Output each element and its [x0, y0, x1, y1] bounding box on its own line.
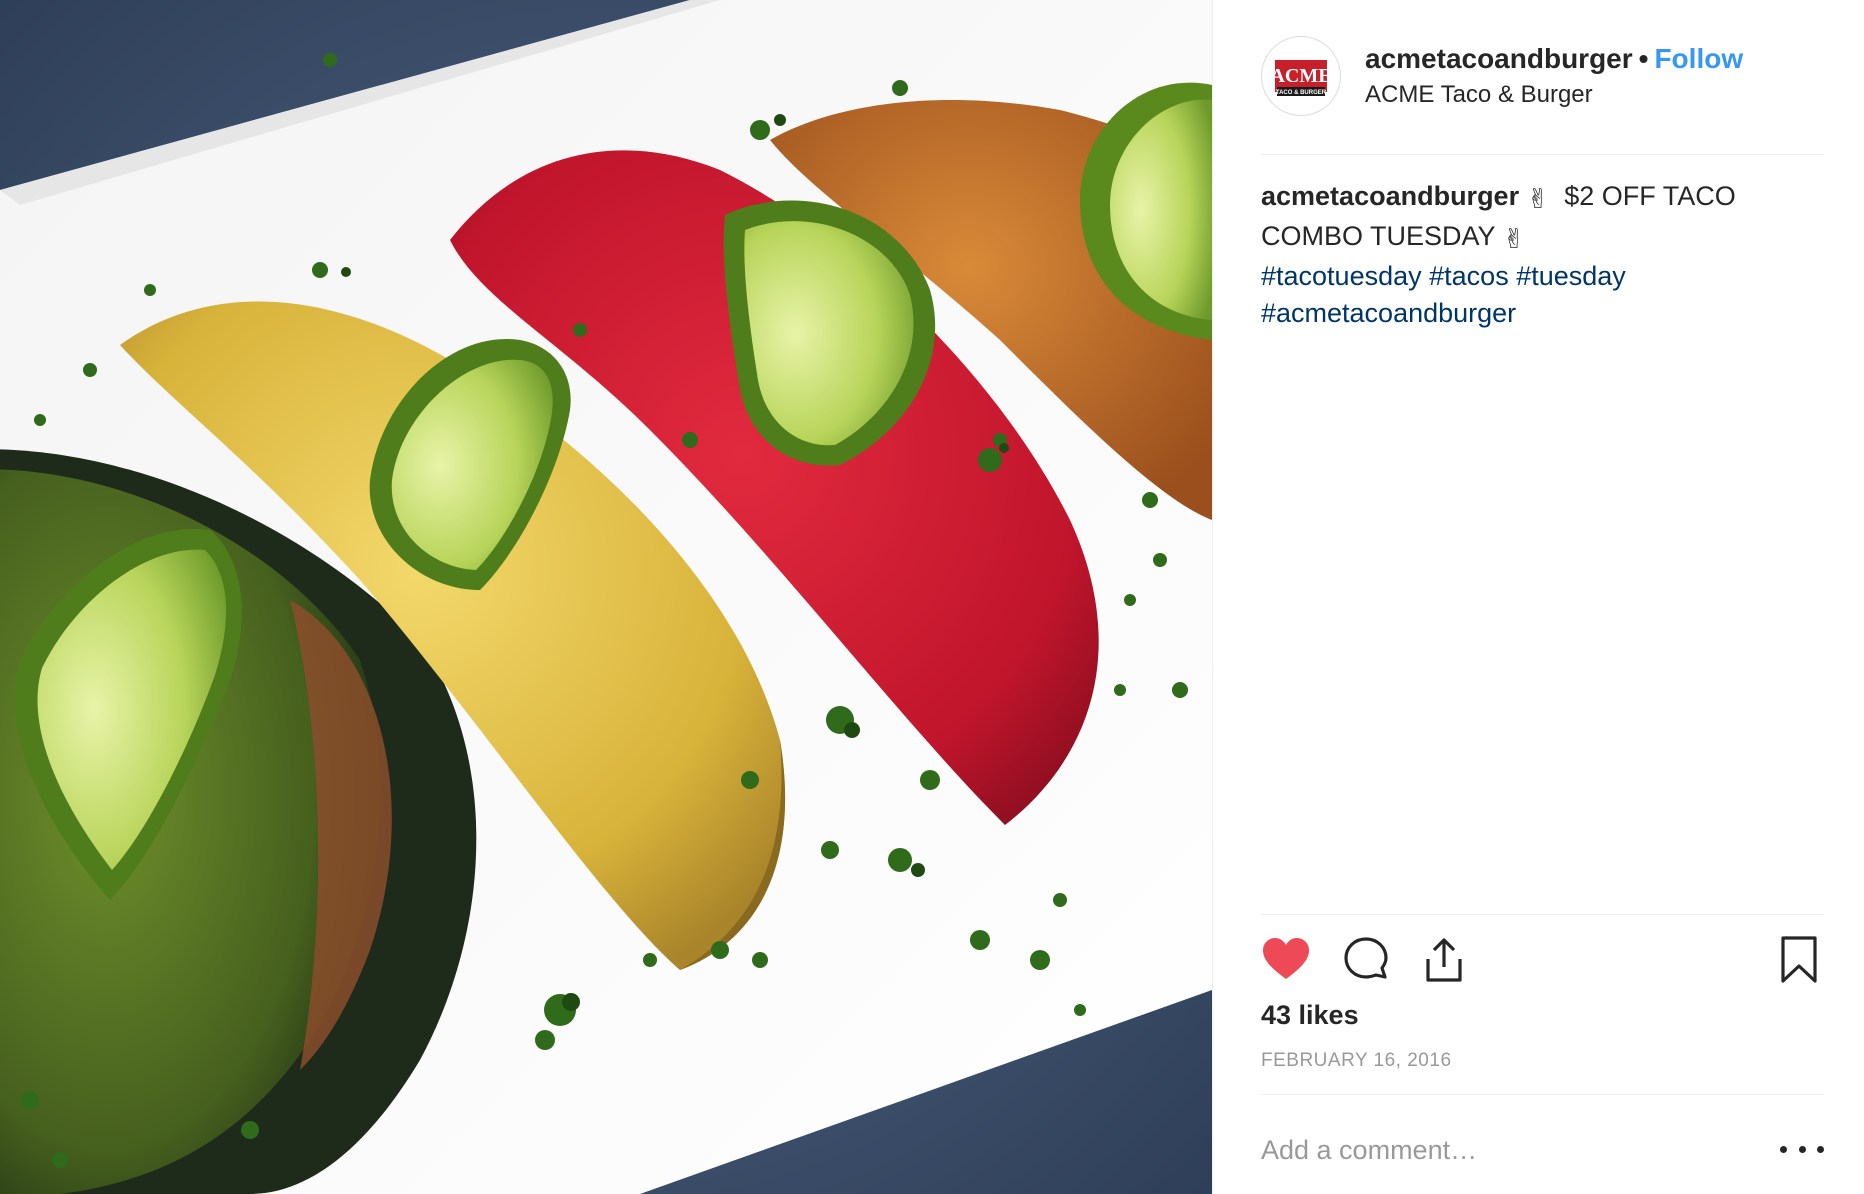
- hashtag-link[interactable]: #tacotuesday: [1261, 261, 1422, 291]
- victory-emoji-icon: ✌: [1502, 224, 1526, 254]
- more-options-icon: [1780, 1145, 1787, 1153]
- share-icon: [1426, 938, 1462, 982]
- share-button[interactable]: [1419, 935, 1469, 985]
- likes-count[interactable]: 43 likes: [1261, 1000, 1359, 1031]
- header-divider: [1261, 154, 1824, 155]
- post-header: ACME TACO & BURGER acmetacoandburger • Fol…: [1261, 36, 1824, 154]
- victory-emoji-icon: ✌: [1526, 184, 1550, 214]
- heart-filled-icon: [1263, 938, 1309, 979]
- bookmark-icon: [1781, 936, 1817, 983]
- logo-text: ACME: [1270, 65, 1331, 87]
- separator-dot: •: [1638, 43, 1649, 74]
- hashtag-link[interactable]: #tuesday: [1516, 261, 1626, 291]
- comment-divider: [1261, 1094, 1824, 1095]
- comment-icon: [1344, 937, 1388, 979]
- actions-divider: [1261, 914, 1824, 915]
- save-button[interactable]: [1774, 935, 1824, 985]
- comment-button[interactable]: [1341, 935, 1391, 985]
- username-link[interactable]: acmetacoandburger: [1365, 43, 1633, 74]
- post-photo[interactable]: [0, 0, 1212, 1194]
- header-text: acmetacoandburger • Follow ACME Taco & Bur…: [1365, 42, 1743, 110]
- logo-subtext: TACO & BURGER: [1276, 90, 1327, 96]
- taco-photo: [0, 0, 1212, 1194]
- hashtags: #tacotuesday #tacos #tuesday #acmetacoan…: [1261, 261, 1626, 328]
- header-line: acmetacoandburger • Follow: [1365, 42, 1743, 76]
- instagram-post: ACME TACO & BURGER acmetacoandburger • Fol…: [0, 0, 1864, 1194]
- more-options-button[interactable]: [1780, 1134, 1824, 1164]
- comment-input[interactable]: [1261, 1128, 1741, 1172]
- acme-logo: ACME TACO & BURGER: [1266, 41, 1336, 111]
- hashtag-link[interactable]: #acmetacoandburger: [1261, 298, 1516, 328]
- hashtag-link[interactable]: #tacos: [1429, 261, 1509, 291]
- like-button[interactable]: [1261, 935, 1311, 985]
- action-bar: [1261, 935, 1824, 985]
- location-link[interactable]: ACME Taco & Burger: [1365, 80, 1743, 110]
- post-sidebar: ACME TACO & BURGER acmetacoandburger • Fol…: [1212, 0, 1864, 1194]
- follow-button[interactable]: Follow: [1654, 43, 1743, 74]
- post-date[interactable]: FEBRUARY 16, 2016: [1261, 1050, 1452, 1072]
- avatar[interactable]: ACME TACO & BURGER: [1261, 36, 1341, 116]
- caption: acmetacoandburger ✌ $2 OFF TACO COMBO TU…: [1261, 178, 1814, 332]
- caption-username[interactable]: acmetacoandburger: [1261, 181, 1519, 211]
